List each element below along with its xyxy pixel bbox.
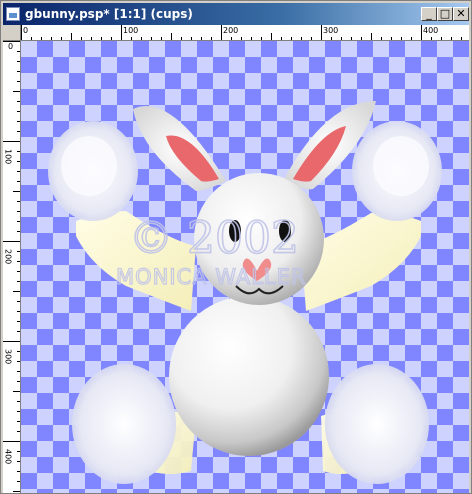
watermark: © 2002 MONICA WALLER <box>115 212 307 289</box>
ruler-label: 400 <box>4 449 13 464</box>
ruler-label: 200 <box>223 26 238 35</box>
bunny-body <box>169 296 329 456</box>
bunny-left-ear <box>133 106 226 191</box>
maximize-button[interactable]: □ <box>437 7 453 21</box>
document-icon <box>6 7 20 21</box>
ruler-corner <box>3 25 21 41</box>
window-title: gbunny.psp* [1:1] (cups) <box>25 7 193 21</box>
ruler-label: 100 <box>123 26 138 35</box>
ruler-label: 0 <box>23 26 28 35</box>
vertical-ruler[interactable]: 0 100 200 300 400 <box>3 41 21 493</box>
ruler-label: 200 <box>4 249 13 264</box>
ruler-label: 400 <box>423 26 438 35</box>
bunny-right-paw <box>352 121 442 221</box>
ruler-label: 300 <box>323 26 338 35</box>
watermark-year: © 2002 <box>129 213 299 264</box>
title-bar[interactable]: gbunny.psp* [1:1] (cups) _ □ ✕ <box>3 3 469 25</box>
bunny-right-leg <box>321 364 429 484</box>
ruler-label: 0 <box>8 42 13 51</box>
image-window: gbunny.psp* [1:1] (cups) _ □ ✕ 0 100 200… <box>0 0 472 494</box>
image-canvas[interactable]: © 2002 MONICA WALLER <box>21 41 469 493</box>
bunny-left-paw <box>48 121 138 221</box>
close-button[interactable]: ✕ <box>453 7 469 21</box>
ruler-label: 300 <box>4 349 13 364</box>
minimize-button[interactable]: _ <box>421 7 437 21</box>
horizontal-ruler[interactable]: 0 100 200 300 400 <box>21 25 469 41</box>
watermark-author: MONICA WALLER <box>116 265 307 289</box>
ruler-label: 100 <box>4 149 13 164</box>
